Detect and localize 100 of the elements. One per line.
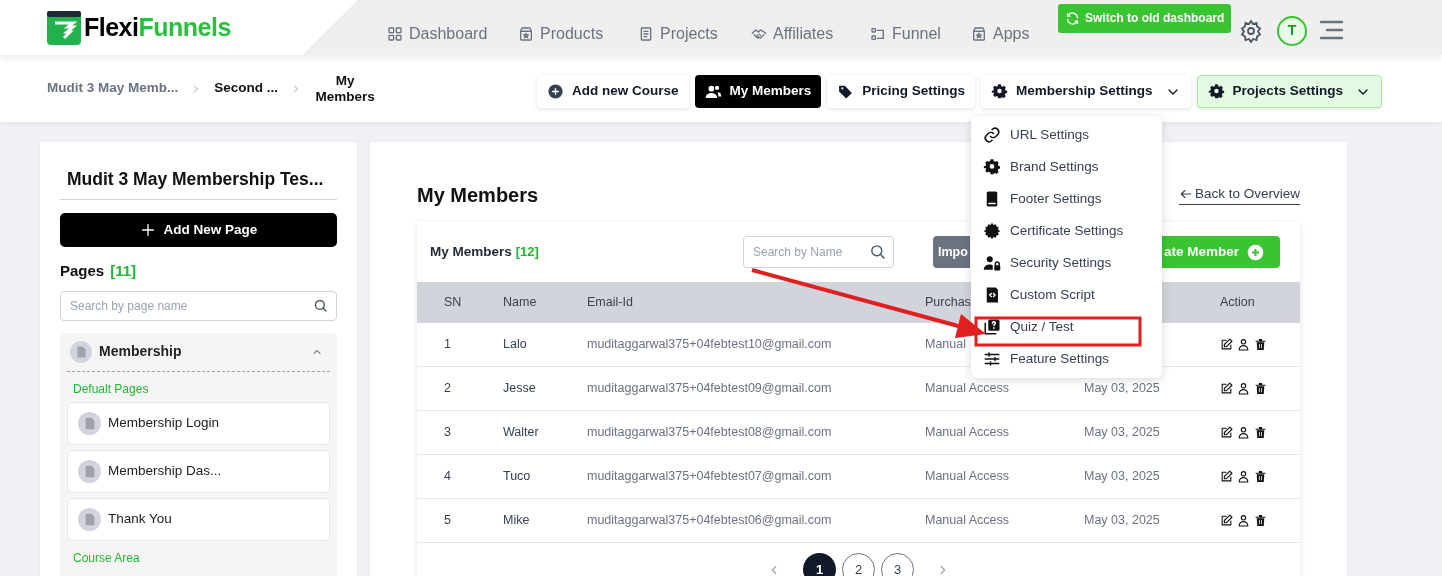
column-header: SN: [444, 295, 462, 310]
logo-icon: [47, 10, 81, 45]
column-header: Email-Id: [587, 295, 633, 310]
arrow-left-icon: [1178, 187, 1193, 201]
plus-icon: [139, 222, 156, 239]
edit-icon: [1220, 514, 1233, 527]
table-cell: Manual Access: [925, 425, 1010, 440]
menu-item[interactable]: Feature Settings: [971, 343, 1162, 375]
nav-link[interactable]: Products: [518, 21, 604, 46]
user-icon: [1237, 338, 1250, 351]
nav-link[interactable]: Dashboard: [387, 21, 488, 46]
table-cell: 3: [444, 425, 451, 440]
gear-icon: [1207, 83, 1225, 100]
document-icon: [78, 507, 101, 531]
column-header: Action: [1220, 295, 1255, 310]
member-search-field[interactable]: Search by Name: [743, 236, 894, 268]
pages-heading: Pages: [60, 261, 105, 282]
trash-icon: [1254, 338, 1267, 351]
menu-item[interactable]: Custom Script: [971, 279, 1162, 311]
back-link[interactable]: Back to Overview: [1178, 183, 1300, 206]
menu-item[interactable]: Certificate Settings: [971, 215, 1162, 247]
plus-circle-icon: [547, 83, 564, 100]
table-cell: 1: [444, 337, 451, 352]
pages-count: [11]: [110, 261, 137, 282]
page-search-field[interactable]: Search by page name: [60, 290, 337, 321]
question-icon: [983, 318, 1001, 336]
page-button[interactable]: 1: [803, 553, 836, 576]
section-heading: Course Area: [72, 550, 141, 566]
nav-link[interactable]: Affiliates: [751, 21, 834, 46]
nav-link[interactable]: Funnel: [870, 21, 941, 46]
table-cell-text: May 03, 2025: [1084, 380, 1160, 396]
menu-item[interactable]: URL Settings: [971, 119, 1162, 151]
section-heading: Defualt Pages: [72, 381, 150, 397]
search-icon: [313, 297, 328, 313]
table-cell-text: May 03, 2025: [1084, 512, 1160, 528]
user-icon: [1237, 470, 1250, 483]
menu-item[interactable]: Brand Settings: [971, 151, 1162, 183]
menu-item[interactable]: Security Settings: [971, 247, 1162, 279]
trash-icon: [1254, 470, 1267, 483]
store-icon: [518, 25, 534, 42]
table-cell: Walter: [503, 425, 539, 440]
table-cell: Tuco: [503, 469, 531, 484]
edit-icon: [1220, 382, 1233, 395]
breadcrumb-link[interactable]: My Members: [314, 72, 377, 105]
table-title: My Members: [430, 242, 512, 261]
import-button[interactable]: Impo: [933, 236, 970, 268]
page-item[interactable]: Membership Das...: [67, 449, 330, 493]
toolbar-button[interactable]: Projects Settings: [1196, 75, 1382, 108]
menu-item[interactable]: Footer Settings: [971, 183, 1162, 215]
menu-item[interactable]: Quiz / Test: [971, 311, 1162, 343]
menu-icon[interactable]: [1319, 18, 1344, 41]
table-cell: 4: [444, 469, 451, 484]
table-cell: 5: [444, 513, 451, 528]
document-icon: [638, 25, 654, 42]
gear-icon: [983, 158, 1001, 176]
table-cell: muditaggarwal375+04febtest06@gmail.com: [587, 513, 832, 528]
table-cell: muditaggarwal375+04febtest08@gmail.com: [587, 425, 832, 440]
toolbar-button[interactable]: Pricing Settings: [827, 75, 976, 108]
column-header: Purchas: [925, 295, 971, 310]
document-icon: [78, 411, 101, 435]
breadcrumb-link[interactable]: Mudit 3 May Memb...: [47, 78, 179, 99]
search-icon: [869, 243, 886, 260]
toolbar-button[interactable]: My Members: [694, 75, 822, 108]
settings-icon[interactable]: [1239, 18, 1263, 43]
page-item[interactable]: Membership Login: [67, 401, 330, 445]
user-icon: [1237, 382, 1250, 395]
nav-link[interactable]: Apps: [971, 21, 1030, 46]
nav-link[interactable]: Projects: [638, 21, 718, 46]
page-title: My Members: [417, 182, 539, 208]
table-cell: Manual Access: [925, 513, 1010, 528]
trash-icon: [1254, 382, 1267, 395]
table-cell: Lalo: [503, 337, 527, 352]
add-page-button[interactable]: Add New Page: [60, 213, 337, 248]
table-cell: muditaggarwal375+04febtest07@gmail.com: [587, 469, 832, 484]
table-cell: muditaggarwal375+04febtest10@gmail.com: [587, 337, 832, 352]
flow-icon: [870, 25, 886, 42]
refresh-icon: [1065, 10, 1080, 26]
user-icon: [1237, 426, 1250, 439]
members-count: [12]: [515, 243, 539, 262]
table-cell: Manual Access: [925, 381, 1010, 396]
document-icon: [78, 459, 101, 483]
gear-icon: [991, 83, 1009, 100]
users-icon: [704, 83, 722, 100]
edit-icon: [1220, 338, 1233, 351]
breadcrumb-link[interactable]: Second ...: [214, 78, 279, 99]
trash-icon: [1254, 426, 1267, 439]
toolbar-button[interactable]: Membership Settings: [981, 75, 1191, 108]
trash-icon: [1254, 514, 1267, 527]
edit-icon: [1220, 470, 1233, 483]
sliders-icon: [983, 350, 1001, 368]
user-lock-icon: [983, 254, 1001, 272]
edit-icon: [1220, 426, 1233, 439]
link-icon: [983, 126, 1001, 144]
document-icon: [70, 340, 92, 363]
table-cell: 2: [444, 381, 451, 396]
table-cell: muditaggarwal375+04febtest09@gmail.com: [587, 381, 832, 396]
group-title[interactable]: Membership: [99, 341, 182, 363]
logo-text: FlexiFunnels: [84, 11, 231, 43]
page-item[interactable]: Thank You: [67, 497, 330, 541]
toolbar-button[interactable]: Add new Course: [537, 75, 689, 108]
